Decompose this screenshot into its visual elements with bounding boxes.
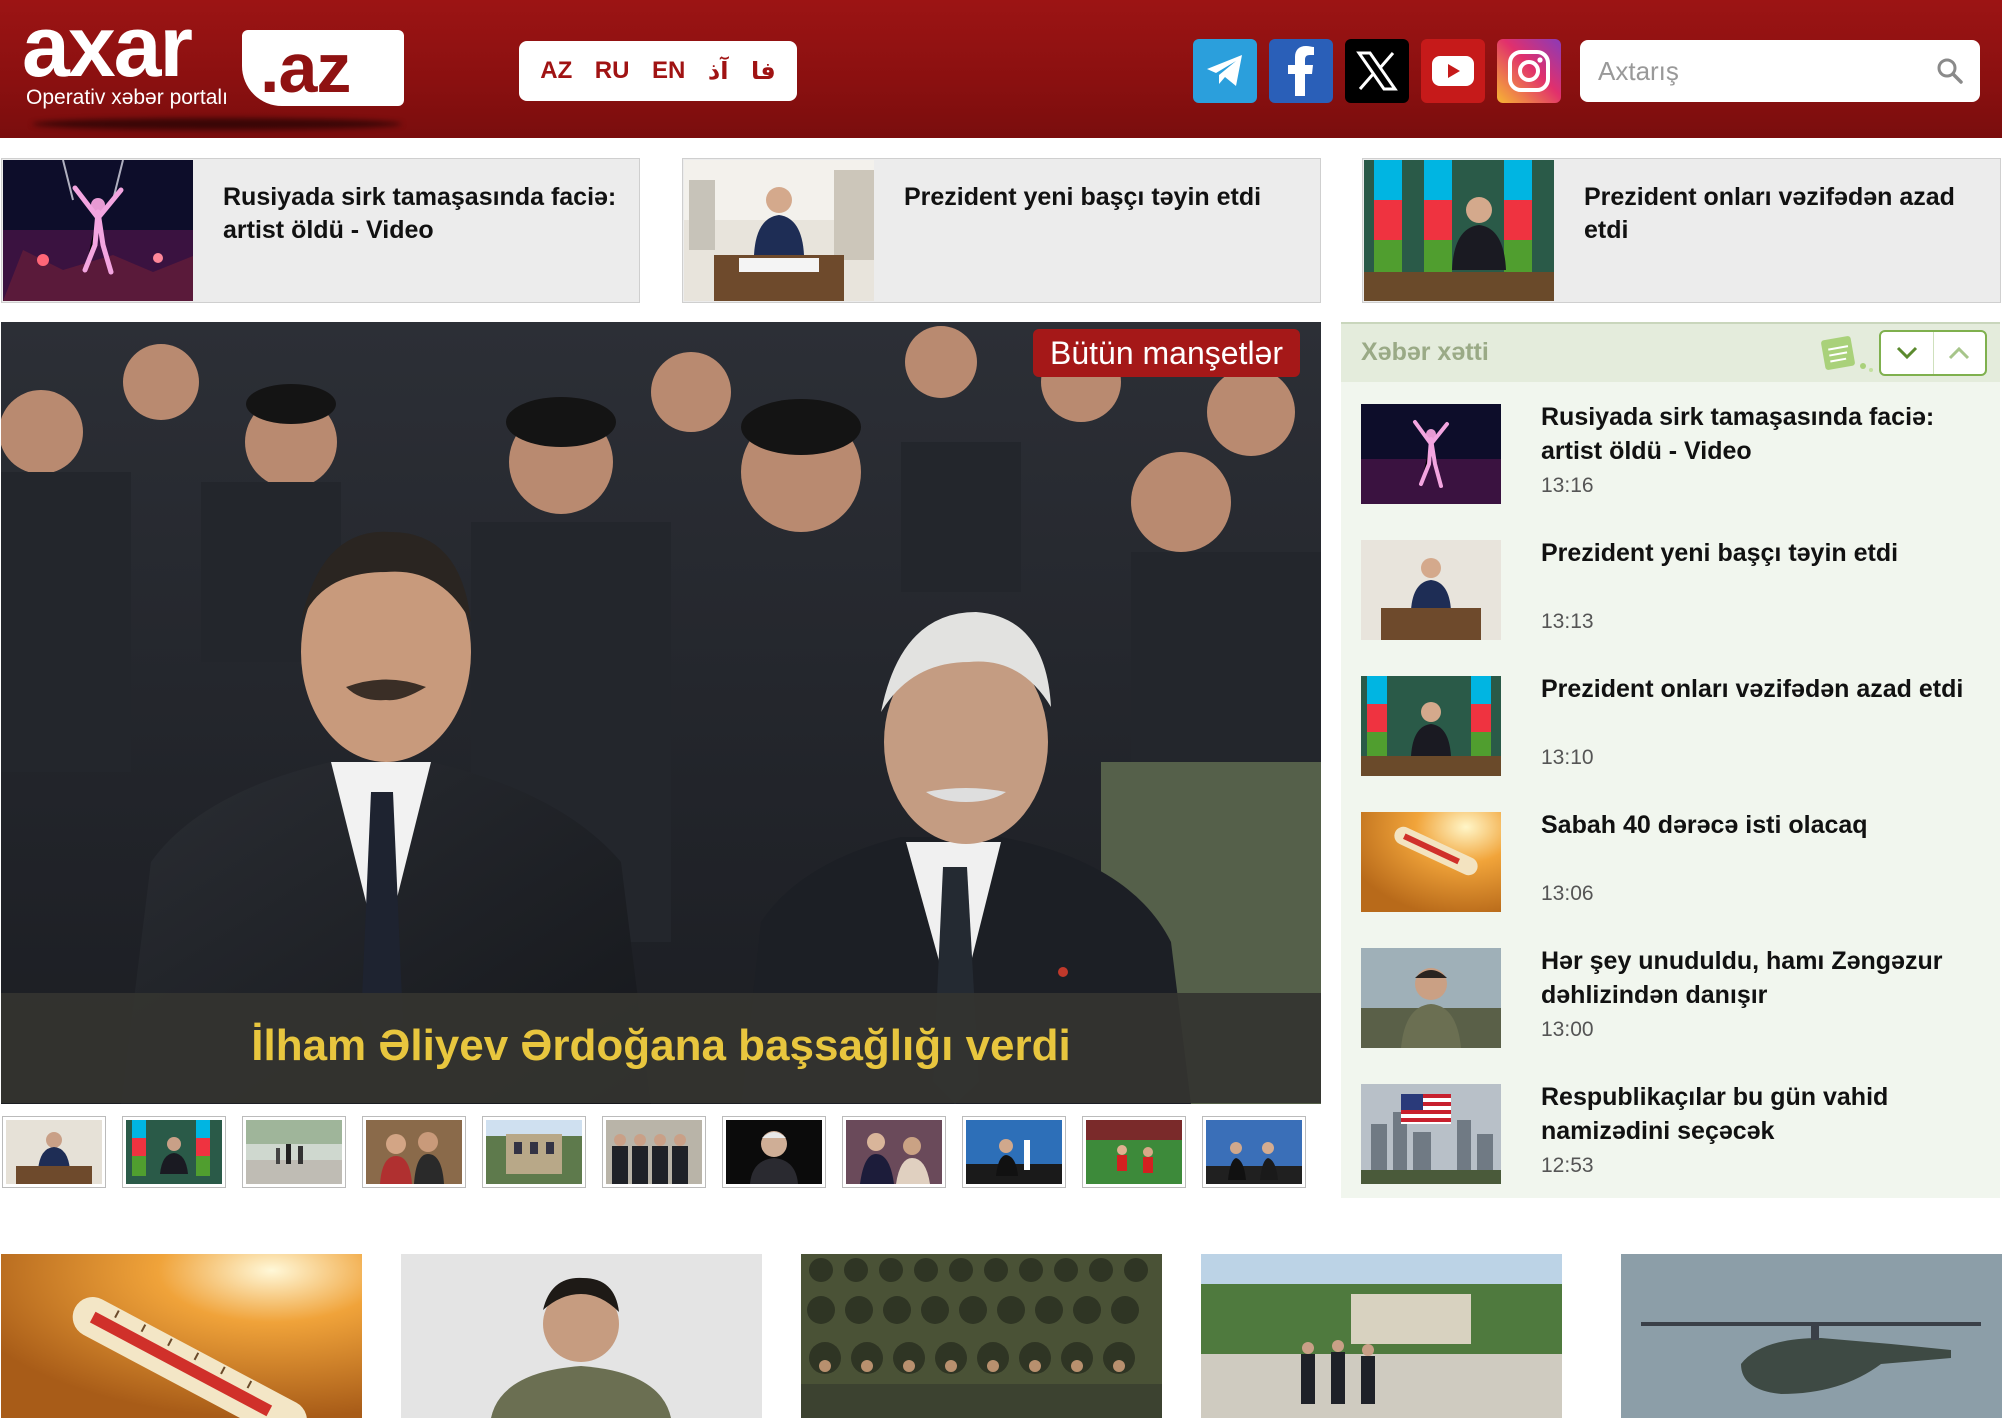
news-feed-item[interactable]: Prezident onları vəzifədən azad etdi 13:…: [1361, 675, 1981, 780]
news-feed-item-title: Hər şey unuduldu, hamı Zəngəzur dəhlizin…: [1541, 947, 1943, 1009]
helicopter-image: [1621, 1254, 2002, 1418]
chevron-up-icon[interactable]: [1932, 332, 1986, 374]
slider-thumbnail[interactable]: [362, 1116, 466, 1188]
social-links: [1193, 39, 1561, 103]
search-icon[interactable]: [1936, 57, 1964, 85]
bottom-news-card[interactable]: [1, 1254, 362, 1418]
lang-en[interactable]: EN: [652, 57, 685, 85]
lang-azeri-arabic[interactable]: آذ: [708, 57, 729, 86]
youtube-icon[interactable]: [1421, 39, 1485, 103]
top-news-card[interactable]: Prezident yeni başçı təyin etdi: [682, 158, 1321, 303]
x-icon[interactable]: [1345, 39, 1409, 103]
news-feed-item-time: 13:13: [1541, 610, 1594, 633]
logo-brand: axar: [22, 0, 193, 95]
president-signing-image: [1361, 540, 1501, 640]
bottom-news-card[interactable]: [1621, 1254, 2002, 1418]
site-header: axar .az Operativ xəbər portalı AZ RU EN…: [0, 0, 2002, 138]
army-parade-image: [801, 1254, 1162, 1418]
slider-thumbnail[interactable]: [962, 1116, 1066, 1188]
president-flags-image: [1361, 676, 1501, 776]
bottom-news-card[interactable]: [1201, 1254, 1562, 1418]
bottom-news-card[interactable]: [801, 1254, 1162, 1418]
slider-thumbnail[interactable]: [1082, 1116, 1186, 1188]
slider-thumbnail[interactable]: [842, 1116, 946, 1188]
officials-park-image: [1201, 1254, 1562, 1418]
news-feed-item-time: 12:53: [1541, 1154, 1594, 1177]
slider-thumbnail[interactable]: [602, 1116, 706, 1188]
news-feed-item-title: Rusiyada sirk tamaşasında faciə: artist …: [1541, 403, 1935, 465]
instagram-icon[interactable]: [1497, 39, 1561, 103]
feature-caption-bar: İlham Əliyev Ərdoğana başsağlığı verdi: [1, 993, 1321, 1103]
soldier-portrait-image: [401, 1254, 762, 1418]
news-feed-item-time: 13:10: [1541, 746, 1594, 769]
logo-tld: .az: [260, 29, 351, 107]
search-box: [1580, 40, 1980, 102]
news-feed-item-time: 13:06: [1541, 882, 1594, 905]
site-logo[interactable]: axar .az Operativ xəbər portalı: [22, 0, 404, 130]
lang-az[interactable]: AZ: [540, 57, 572, 85]
feature-caption[interactable]: İlham Əliyev Ərdoğana başsağlığı verdi: [1, 1021, 1321, 1071]
top-news-card[interactable]: Rusiyada sirk tamaşasında faciə: artist …: [1, 158, 640, 303]
news-feed-item-title: Sabah 40 dərəcə isti olacaq: [1541, 811, 1868, 839]
news-feed-item[interactable]: Hər şey unuduldu, hamı Zəngəzur dəhlizin…: [1361, 947, 1981, 1052]
feature-slider[interactable]: [1, 322, 1321, 1104]
search-input[interactable]: [1598, 50, 1918, 92]
slider-thumbnail[interactable]: [482, 1116, 586, 1188]
news-feed-item-title: Prezident yeni başçı təyin etdi: [1541, 539, 1899, 567]
top-news-card[interactable]: Prezident onları vəzifədən azad etdi: [1362, 158, 2001, 303]
chevron-down-icon[interactable]: [1881, 332, 1933, 374]
president-signing-image: [684, 160, 874, 301]
feature-image: [1, 322, 1321, 1104]
language-switcher: AZ RU EN آذ فا: [519, 41, 797, 101]
telegram-icon[interactable]: [1193, 39, 1257, 103]
top-news-title: Prezident onları vəzifədən azad etdi: [1584, 183, 1955, 244]
top-news-title: Prezident yeni başçı təyin etdi: [904, 183, 1262, 211]
us-flag-city-image: [1361, 1084, 1501, 1184]
thermometer-image: [1, 1254, 362, 1418]
slider-thumbnail[interactable]: [1202, 1116, 1306, 1188]
logo-shadow: [32, 118, 402, 130]
news-feed-item[interactable]: Sabah 40 dərəcə isti olacaq 13:06: [1361, 811, 1981, 916]
soldier-portrait-image: [1361, 948, 1501, 1048]
news-feed-item[interactable]: Respublikaçılar bu gün vahid namizədini …: [1361, 1083, 1981, 1188]
news-feed: Xəbər xətti Rusiyada sirk tamaşasında fa…: [1341, 322, 2000, 1198]
slider-thumbnail[interactable]: [122, 1116, 226, 1188]
lang-ru[interactable]: RU: [595, 57, 630, 85]
news-feed-title: Xəbər xətti: [1361, 338, 1489, 366]
circus-performer-image: [3, 160, 193, 301]
top-news-title: Rusiyada sirk tamaşasında faciə: artist …: [223, 183, 617, 244]
news-feed-header: Xəbər xətti: [1341, 322, 2000, 382]
president-flags-image: [1364, 160, 1554, 301]
lang-farsi[interactable]: فا: [751, 57, 776, 86]
news-feed-item-time: 13:16: [1541, 474, 1594, 497]
news-feed-item[interactable]: Rusiyada sirk tamaşasında faciə: artist …: [1361, 403, 1981, 508]
news-feed-item[interactable]: Prezident yeni başçı təyin etdi 13:13: [1361, 539, 1981, 644]
bottom-news-card[interactable]: [401, 1254, 762, 1418]
slider-thumbnail[interactable]: [2, 1116, 106, 1188]
thermometer-image: [1361, 812, 1501, 912]
notepad-icon: [1821, 336, 1873, 372]
slider-thumbnail[interactable]: [722, 1116, 826, 1188]
news-feed-item-title: Prezident onları vəzifədən azad etdi: [1541, 675, 1964, 703]
news-feed-nav: [1879, 330, 1987, 376]
slider-thumbnail[interactable]: [242, 1116, 346, 1188]
feature-thumbnail-strip: [2, 1116, 1306, 1188]
facebook-icon[interactable]: [1269, 39, 1333, 103]
logo-tagline: Operativ xəbər portalı: [26, 86, 228, 109]
news-feed-item-time: 13:00: [1541, 1018, 1594, 1041]
all-headlines-button[interactable]: Bütün manşetlər: [1033, 329, 1300, 377]
circus-performer-image: [1361, 404, 1501, 504]
news-feed-item-title: Respublikaçılar bu gün vahid namizədini …: [1541, 1083, 1889, 1145]
